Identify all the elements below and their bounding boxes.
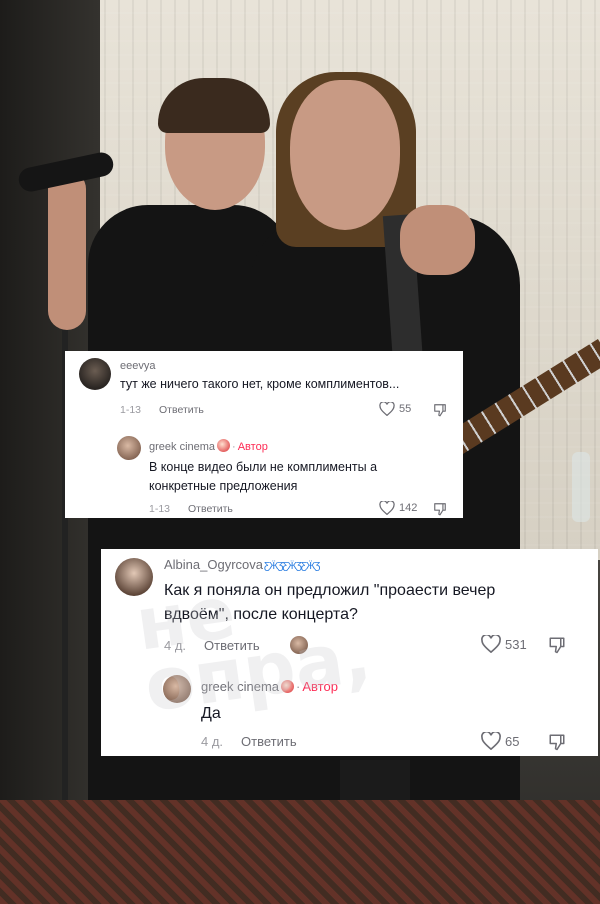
avatar[interactable] — [79, 358, 111, 390]
comment-card-2: Albina_OgyrcovaƸӜƷƸӜƷƸӜƷ Как я поняла он… — [101, 549, 598, 756]
rock-hand — [400, 205, 475, 275]
reply-text: Да — [201, 705, 221, 722]
thumb-down-icon[interactable] — [433, 403, 447, 417]
reply-username-row: greek cinema · Автор — [149, 439, 268, 453]
reply-date: 4 д. — [201, 734, 224, 749]
heart-icon — [481, 635, 501, 653]
carpet — [0, 800, 600, 904]
avatar[interactable] — [163, 675, 191, 703]
comment-username[interactable]: eeevya — [120, 360, 155, 372]
reply-text-line-1: В конце видео были не комплименты а — [149, 460, 378, 474]
like-button[interactable]: 55 — [379, 402, 411, 416]
like-count: 55 — [399, 403, 412, 415]
comment-username-row: Albina_OgyrcovaƸӜƷƸӜƷƸӜƷ — [164, 557, 320, 572]
comment-card-1: eeevya тут же ничего такого нет, кроме к… — [65, 351, 463, 518]
comment-text-line-2: вдвоём", после концерта? — [164, 606, 358, 623]
reply-username[interactable]: greek cinema — [201, 679, 279, 694]
like-button[interactable]: 142 — [379, 501, 417, 515]
comment-meta: 1-13 Ответить — [120, 404, 204, 416]
reply-meta: 1-13 Ответить — [149, 503, 233, 515]
comment-text-line-1: Как я поняла он предложил "проаести вече… — [164, 582, 496, 599]
comment-text: тут же ничего такого нет, кроме комплиме… — [120, 377, 400, 391]
reply-date: 1-13 — [149, 503, 171, 515]
water-bottle — [572, 452, 590, 522]
comment-date: 4 д. — [164, 638, 187, 653]
thumb-down-icon[interactable] — [548, 733, 566, 751]
reply-meta: 4 д. Ответить — [201, 734, 297, 749]
reply-button[interactable]: Ответить — [204, 638, 260, 653]
butterfly-icon: ƸӜƷƸӜƷƸӜƷ — [264, 561, 320, 572]
reply-username-row: greek cinema · Автор — [201, 679, 338, 694]
thumb-down-icon[interactable] — [433, 502, 447, 516]
comment-meta: 4 д. Ответить — [164, 638, 260, 653]
like-button[interactable]: 531 — [481, 635, 527, 653]
heart-icon — [379, 501, 395, 515]
comment-username[interactable]: Albina_Ogyrcova — [164, 557, 263, 572]
liked-by-author-avatar — [290, 636, 308, 654]
author-tag: Автор — [302, 679, 338, 694]
face-emoji — [281, 680, 295, 693]
reply-button[interactable]: Ответить — [241, 734, 297, 749]
heart-icon — [481, 732, 501, 750]
thumb-down-icon[interactable] — [548, 636, 566, 654]
avatar[interactable] — [117, 436, 141, 460]
person-left-arm — [48, 170, 86, 330]
like-button[interactable]: 65 — [481, 732, 519, 750]
heart-icon — [379, 402, 395, 416]
reply-text-line-2: конкретные предложения — [149, 479, 298, 493]
like-count: 65 — [505, 733, 520, 749]
like-count: 142 — [399, 502, 418, 514]
like-count: 531 — [505, 636, 527, 652]
face-emoji — [217, 439, 231, 452]
avatar[interactable] — [115, 558, 153, 596]
author-tag: Автор — [237, 441, 268, 453]
reply-button[interactable]: Ответить — [159, 404, 204, 416]
reply-username[interactable]: greek cinema — [149, 441, 215, 453]
reply-button[interactable]: Ответить — [188, 503, 233, 515]
person-right-head — [290, 80, 400, 230]
comment-date: 1-13 — [120, 404, 142, 416]
